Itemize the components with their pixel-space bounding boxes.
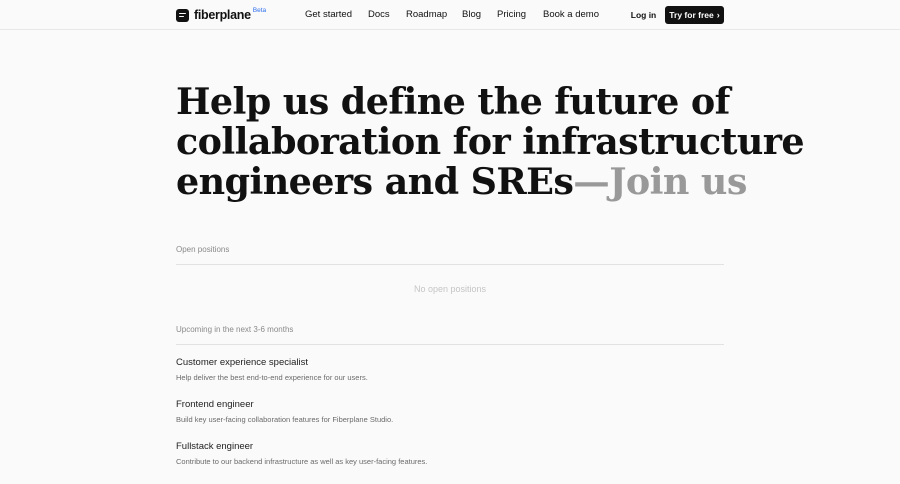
top-navbar: fiberplane Beta Get started Docs Roadmap… xyxy=(0,0,900,30)
job-title: Fullstack engineer xyxy=(176,441,254,452)
upcoming-divider xyxy=(176,344,724,345)
login-button[interactable]: Log in xyxy=(627,6,660,24)
job-description: Help deliver the best end-to-end experie… xyxy=(176,373,368,382)
nav-blog[interactable]: Blog xyxy=(462,9,481,20)
chevron-right-icon: › xyxy=(716,10,720,20)
job-description: Contribute to our backend infrastructure… xyxy=(176,457,428,466)
hero-line-3: engineers and SREs—Join us xyxy=(176,160,747,203)
nav-docs[interactable]: Docs xyxy=(368,9,390,20)
job-description: Build key user-facing collaboration feat… xyxy=(176,415,394,424)
nav-roadmap[interactable]: Roadmap xyxy=(406,9,447,20)
job-listing-frontend-engineer[interactable]: Frontend engineer Build key user-facing … xyxy=(176,399,724,424)
hero-join-us: —Join us xyxy=(573,160,747,203)
hero-heading: Help us define the future of collaborati… xyxy=(176,80,805,203)
job-title: Customer experience specialist xyxy=(176,357,309,368)
nav-pricing[interactable]: Pricing xyxy=(497,9,526,20)
job-listing-fullstack-engineer[interactable]: Fullstack engineer Contribute to our bac… xyxy=(176,441,724,466)
job-listing-customer-experience[interactable]: Customer experience specialist Help deli… xyxy=(176,357,724,382)
hero-line-1: Help us define the future of xyxy=(176,80,730,123)
main-nav: Get started Docs Roadmap Blog Pricing Bo… xyxy=(0,9,900,23)
try-for-free-label: Try for free xyxy=(669,10,714,20)
nav-get-started[interactable]: Get started xyxy=(305,9,352,20)
upcoming-positions-label: Upcoming in the next 3-6 months xyxy=(176,325,294,334)
hero-line-3-main: engineers and SREs xyxy=(176,160,574,203)
job-title: Frontend engineer xyxy=(176,399,254,410)
open-positions-divider xyxy=(176,264,724,265)
try-for-free-button[interactable]: Try for free › xyxy=(665,6,724,24)
open-positions-label: Open positions xyxy=(176,245,230,254)
nav-book-demo[interactable]: Book a demo xyxy=(543,9,599,20)
hero-line-2: collaboration for infrastructure xyxy=(176,120,805,163)
no-open-positions-text: No open positions xyxy=(413,284,487,294)
